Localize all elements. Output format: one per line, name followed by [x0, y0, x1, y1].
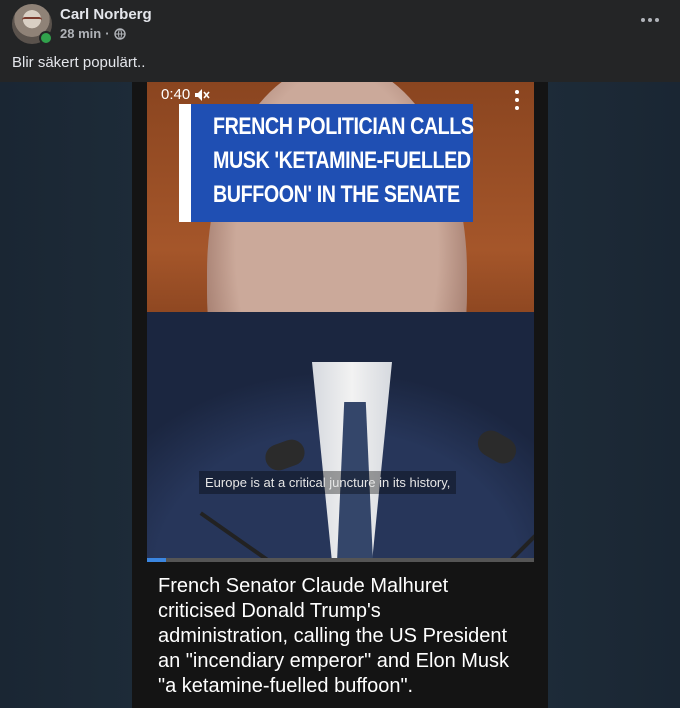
- globe-icon[interactable]: [113, 27, 126, 40]
- post-media[interactable]: 0:40 FRENCH POLITICIAN CALLS MUSK 'KETAM…: [0, 82, 680, 708]
- post-text: Blir säkert populärt..: [12, 54, 146, 71]
- post-header: Carl Norberg 28 min · Blir säkert populä…: [0, 0, 680, 82]
- more-vertical-icon[interactable]: [514, 90, 520, 110]
- post-time[interactable]: 28 min: [60, 26, 101, 41]
- kebab-dot: [515, 98, 519, 102]
- author-name[interactable]: Carl Norberg: [60, 6, 152, 23]
- video-progress-bar[interactable]: [147, 558, 534, 562]
- video-frame[interactable]: 0:40 FRENCH POLITICIAN CALLS MUSK 'KETAM…: [132, 82, 548, 708]
- video-subtitle: Europe is at a critical juncture in its …: [199, 471, 457, 494]
- headline-line-3: BUFFOON' IN THE SENATE: [213, 181, 460, 208]
- more-dot: [655, 18, 659, 22]
- headline-banner: FRENCH POLITICIAN CALLS MUSK 'KETAMINE-F…: [179, 104, 474, 222]
- mute-icon[interactable]: [194, 88, 210, 102]
- headline-line-1: FRENCH POLITICIAN CALLS: [213, 113, 474, 140]
- more-horizontal-icon: [641, 18, 645, 22]
- video-time: 0:40: [161, 86, 210, 103]
- online-status-dot: [39, 31, 53, 45]
- caption-line-2: criticised Donald Trump's: [158, 600, 381, 622]
- post-meta: 28 min ·: [60, 26, 126, 41]
- caption-line-3: administration, calling the US President: [158, 625, 508, 647]
- more-dot: [648, 18, 652, 22]
- headline-line-2: MUSK 'KETAMINE-FUELLED: [213, 147, 471, 174]
- post-options-button[interactable]: [636, 10, 664, 30]
- video-caption: French Senator Claude Malhuret criticise…: [158, 574, 538, 699]
- caption-line-4: an "incendiary emperor" and Elon Musk: [158, 650, 510, 672]
- kebab-dot: [515, 106, 519, 110]
- meta-separator: ·: [105, 26, 110, 41]
- video-progress-fill: [147, 558, 167, 562]
- video-player[interactable]: 0:40 FRENCH POLITICIAN CALLS MUSK 'KETAM…: [147, 82, 534, 562]
- video-timestamp: 0:40: [161, 86, 191, 103]
- caption-line-1: French Senator Claude Malhuret: [158, 575, 449, 597]
- kebab-dot: [515, 90, 519, 94]
- caption-line-5: "a ketamine-fuelled buffoon".: [158, 675, 414, 697]
